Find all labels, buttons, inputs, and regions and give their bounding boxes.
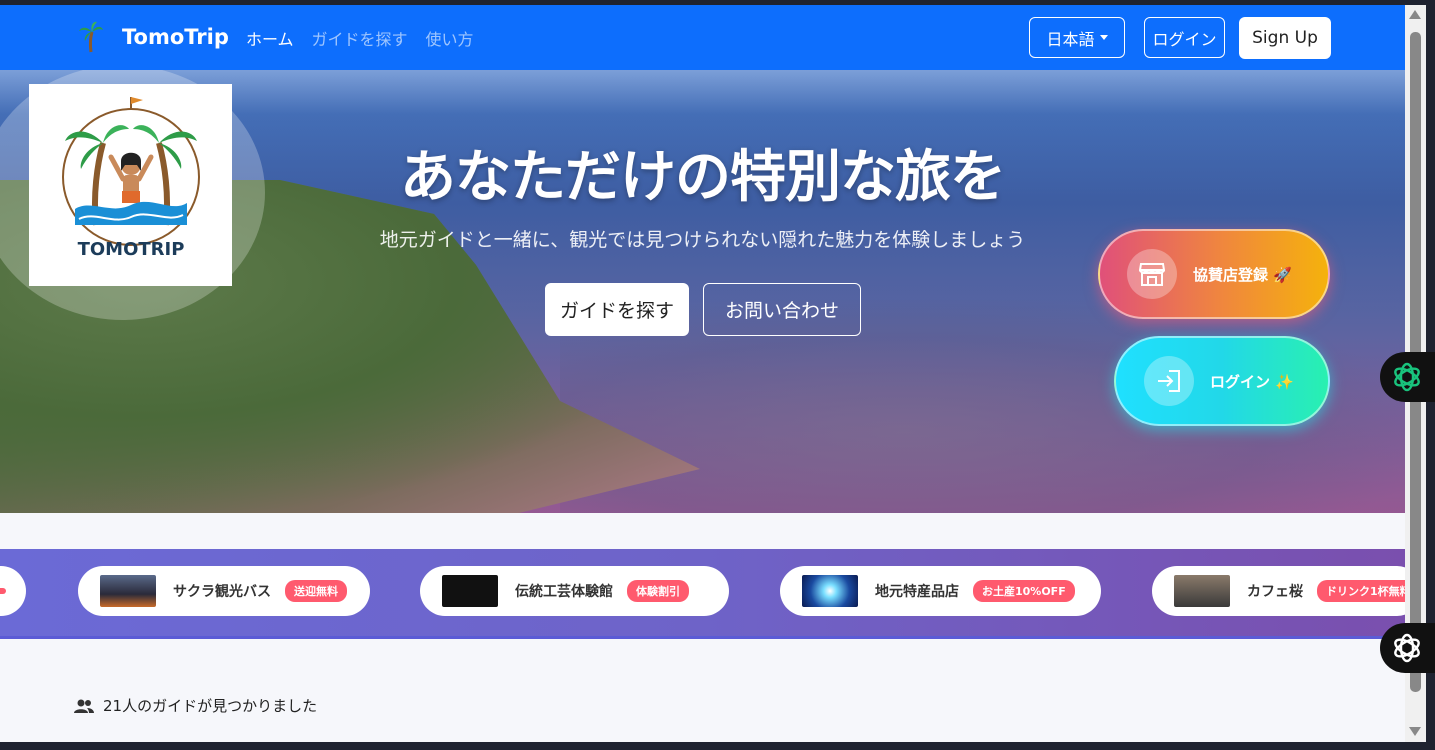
sponsor-badge: 送迎無料 xyxy=(285,580,347,602)
sponsor-pill[interactable]: 地元特産品店 お土産10%OFF xyxy=(780,566,1101,616)
scroll-up-arrow-icon[interactable] xyxy=(1409,10,1421,19)
brand[interactable]: TomoTrip xyxy=(78,21,229,53)
users-icon xyxy=(74,699,94,713)
sponsor-name: 伝統工芸体験館 xyxy=(515,584,613,600)
sponsor-badge: ドリンク1杯無料 xyxy=(1317,580,1405,602)
contact-button[interactable]: お問い合わせ xyxy=(703,283,861,336)
sponsor-thumbnail xyxy=(100,575,156,607)
sponsor-carousel: サクラ観光バス 送迎無料 伝統工芸体験館 体験割引 地元特産品店 お土産10%O… xyxy=(0,549,1405,639)
sponsor-name: サクラ観光バス xyxy=(173,584,271,600)
navbar: TomoTrip ホーム ガイドを探す 使い方 日本語 ログイン Sign Up xyxy=(0,5,1405,70)
sponsor-name: カフェ桜 xyxy=(1247,584,1303,600)
nav-link-home[interactable]: ホーム xyxy=(246,26,294,50)
sponsor-badge: 体験割引 xyxy=(627,580,689,602)
sponsor-pill[interactable]: 伝統工芸体験館 体験割引 xyxy=(420,566,729,616)
sponsor-pill[interactable]: サクラ観光バス 送迎無料 xyxy=(78,566,370,616)
brand-name: TomoTrip xyxy=(122,25,229,49)
sign-in-icon xyxy=(1144,356,1194,406)
sponsor-thumbnail xyxy=(1174,575,1230,607)
assistant-float-button[interactable] xyxy=(1380,623,1435,673)
sparkles-icon: ✨ xyxy=(1275,372,1294,391)
sponsor-badge: お土産10%OFF xyxy=(973,580,1075,602)
sponsor-badge-partial xyxy=(0,588,6,594)
sponsor-name: 地元特産品店 xyxy=(875,584,959,600)
language-dropdown[interactable]: 日本語 xyxy=(1029,17,1125,58)
find-guide-button[interactable]: ガイドを探す xyxy=(545,283,689,336)
login-button[interactable]: ログイン xyxy=(1144,17,1225,58)
sponsor-pill-partial[interactable] xyxy=(0,566,26,616)
floating-login-label: ログイン ✨ xyxy=(1210,372,1294,391)
sponsor-register-button[interactable]: 協賛店登録 🚀 xyxy=(1098,229,1330,319)
nav-link-how-to-use[interactable]: 使い方 xyxy=(426,26,474,50)
store-icon xyxy=(1127,249,1177,299)
palm-tree-icon xyxy=(79,21,103,53)
guide-count-text: 21人のガイドが見つかりました xyxy=(103,697,318,715)
scroll-down-arrow-icon[interactable] xyxy=(1409,727,1421,736)
openai-icon xyxy=(1394,362,1420,392)
sponsor-thumbnail xyxy=(802,575,858,607)
hero-section: TOMOTRIP あなただけの特別な旅を 地元ガイドと一緒に、観光では見つけられ… xyxy=(0,70,1405,513)
chatgpt-float-button[interactable] xyxy=(1380,352,1435,402)
signup-button[interactable]: Sign Up xyxy=(1239,17,1331,59)
guide-count: 21人のガイドが見つかりました xyxy=(74,695,317,716)
floating-login-button[interactable]: ログイン ✨ xyxy=(1114,336,1330,426)
language-label: 日本語 xyxy=(1046,29,1095,49)
assistant-icon xyxy=(1394,633,1420,663)
caret-down-icon xyxy=(1099,35,1108,40)
sponsor-thumbnail xyxy=(442,575,498,607)
hero-title: あなただけの特別な旅を xyxy=(400,145,1006,210)
rocket-icon: 🚀 xyxy=(1273,265,1292,284)
nav-links: ホーム ガイドを探す 使い方 xyxy=(246,26,474,50)
sponsor-register-label: 協賛店登録 🚀 xyxy=(1193,265,1292,284)
browser-viewport: TomoTrip ホーム ガイドを探す 使い方 日本語 ログイン Sign Up xyxy=(0,5,1405,742)
sponsor-pill[interactable]: カフェ桜 ドリンク1杯無料 xyxy=(1152,566,1405,616)
nav-link-find-guide[interactable]: ガイドを探す xyxy=(312,26,408,50)
